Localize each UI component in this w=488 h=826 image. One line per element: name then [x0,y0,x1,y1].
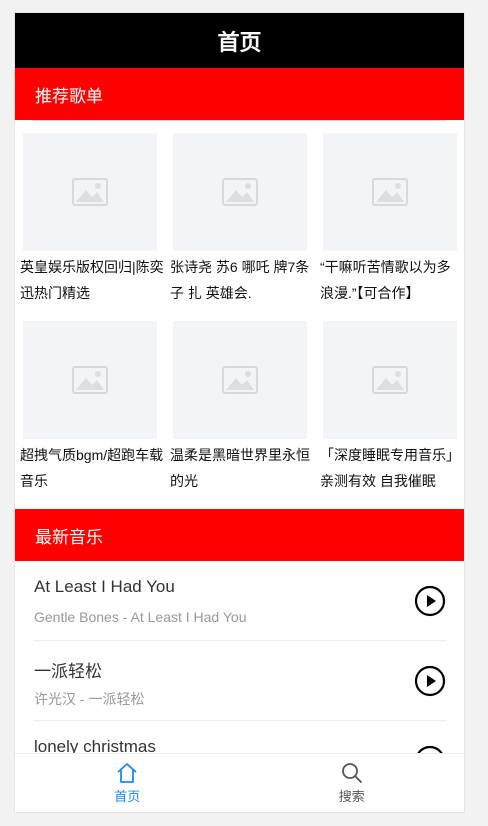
playlist-card[interactable]: 「深度睡眠专用音乐」亲测有效 自我催眠 [320,321,464,509]
song-item[interactable]: 一派轻松 许光汉 - 一派轻松 [34,641,446,721]
tab-search-label: 搜索 [338,789,365,804]
image-placeholder-icon [372,178,408,206]
search-icon [341,763,362,783]
song-name: At Least I Had You [34,577,175,596]
playlist-title[interactable]: 温柔是黑暗世界里永恒的光 [170,442,320,494]
image-placeholder-icon [72,366,108,394]
page-title: 首页 [217,29,262,55]
playlist-title[interactable]: 「深度睡眠专用音乐」亲测有效 自我催眠 [320,442,464,494]
playlist-grid: 英皇娱乐版权回归|陈奕迅热门精选 张诗尧 苏6 哪吒 牌7条子 扎 英雄会. “… [15,121,464,509]
tab-search[interactable]: 搜索 [240,754,465,812]
song-name: 一派轻松 [34,662,102,681]
playlist-card[interactable]: 超拽气质bgm/超跑车载音乐 [20,321,170,509]
song-artist-album: 许光汉 - 一派轻松 [34,691,145,707]
playlist-card[interactable]: 英皇娱乐版权回归|陈奕迅热门精选 [20,133,170,321]
recommended-heading: 推荐歌单 [35,86,103,106]
playlist-cover [173,133,307,251]
image-placeholder-icon [222,178,258,206]
playlist-title[interactable]: 英皇娱乐版权回归|陈奕迅热门精选 [20,254,170,306]
playlist-card[interactable]: 温柔是黑暗世界里永恒的光 [170,321,320,509]
play-icon[interactable] [414,585,446,617]
top-bar: 首页 [15,13,464,68]
latest-heading: 最新音乐 [35,527,103,547]
playlist-cover [23,321,157,439]
playlist-card[interactable]: 张诗尧 苏6 哪吒 牌7条子 扎 英雄会. [170,133,320,321]
song-item[interactable]: At Least I Had You Gentle Bones - At Lea… [34,561,446,641]
playlist-cover [323,133,457,251]
playlist-cover [173,321,307,439]
latest-section-header: 最新音乐 [15,509,464,561]
image-placeholder-icon [372,366,408,394]
playlist-title[interactable]: 张诗尧 苏6 哪吒 牌7条子 扎 英雄会. [170,254,320,306]
play-icon[interactable] [414,665,446,697]
image-placeholder-icon [222,366,258,394]
bottom-tab-bar: 首页 搜索 [15,753,464,812]
playlist-cover [23,133,157,251]
tab-home[interactable]: 首页 [15,754,240,812]
playlist-title[interactable]: 超拽气质bgm/超跑车载音乐 [20,442,170,494]
playlist-card[interactable]: “干嘛听苦情歌以为多浪漫.”【可合作】 [320,133,464,321]
playlist-title[interactable]: “干嘛听苦情歌以为多浪漫.”【可合作】 [320,254,464,306]
tab-home-label: 首页 [114,789,141,804]
recommended-section-header: 推荐歌单 [15,68,464,120]
image-placeholder-icon [72,178,108,206]
song-artist-album: Gentle Bones - At Least I Had You [34,609,247,625]
app-frame: 首页 推荐歌单 英皇娱乐版权回归|陈奕迅热门精选 张诗尧 苏6 哪吒 牌7条子 … [14,12,465,813]
playlist-cover [323,321,457,439]
home-icon [117,763,137,783]
